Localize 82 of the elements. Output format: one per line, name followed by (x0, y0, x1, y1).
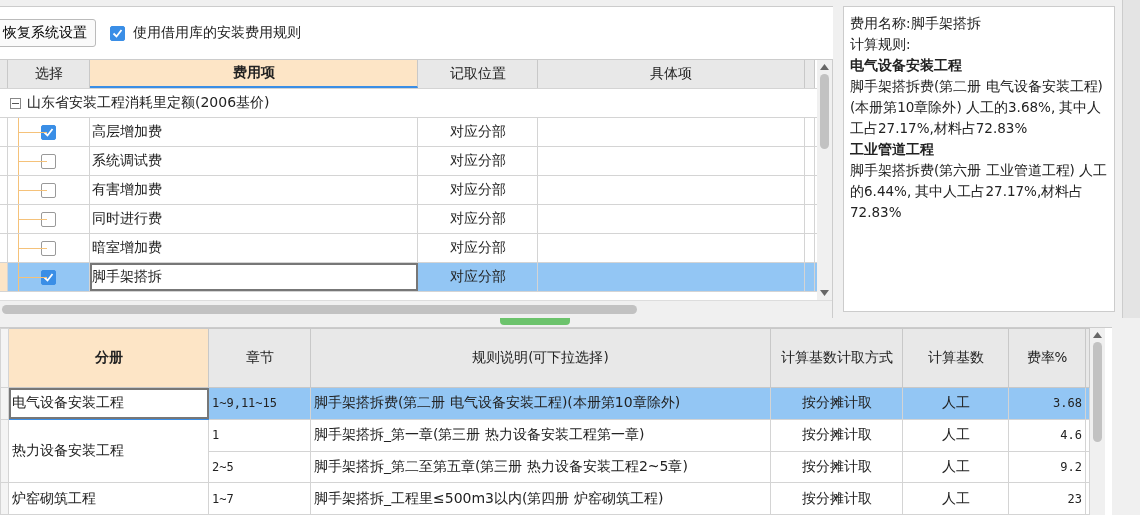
column-header[interactable]: 计算基数计取方式 (770, 328, 903, 388)
table-cell: 按分摊计取 (770, 451, 903, 483)
scroll-up-icon[interactable] (1093, 332, 1102, 338)
table-cell: 1~9,11~15 (208, 387, 311, 420)
table-cell: 4.6 (1008, 419, 1086, 451)
scroll-down-icon[interactable] (820, 290, 829, 296)
checkbox[interactable] (110, 25, 125, 41)
table-cell: 对应分部 (418, 205, 538, 233)
scroll-thumb[interactable] (820, 74, 829, 149)
column-header[interactable]: 计算基数 (902, 328, 1009, 388)
scroll-thumb[interactable] (1093, 342, 1102, 442)
row-header[interactable] (0, 387, 9, 420)
checkbox[interactable] (41, 211, 56, 227)
column-header[interactable]: 规则说明(可下拉选择) (310, 328, 771, 388)
table-cell: 1 (208, 419, 311, 451)
table-row[interactable]: 脚手架搭拆 对应分部 (0, 263, 817, 292)
tree-group-label[interactable]: 山东省安装工程消耗里定额(2006基价) (27, 94, 270, 112)
column-header[interactable]: 费用项 (90, 60, 418, 88)
vertical-scrollbar[interactable] (1090, 328, 1105, 515)
table-cell: 高层增加费 (90, 118, 418, 146)
table-cell: 人工 (902, 387, 1009, 420)
column-header[interactable]: 章节 (208, 328, 311, 388)
table-cell: 2~5 (208, 451, 311, 483)
rule-text: 脚手架搭拆费(第六册 工业管道工程) 人工的6.44%, 其中人工占27.17%,材料占72.83% (850, 161, 1108, 222)
table-row[interactable]: 有害增加费 对应分部 (0, 176, 817, 205)
scroll-up-icon[interactable] (820, 64, 829, 70)
table-cell: 脚手架搭拆 (90, 263, 418, 291)
section-heading: 电气设备安装工程 (850, 56, 963, 75)
row-header[interactable] (0, 419, 9, 483)
rule-label: 计算规则: (850, 35, 912, 54)
restore-settings-button[interactable]: 恢复系统设置 (0, 19, 96, 47)
table-cell: 脚手架搭拆_第一章(第三册 热力设备安装工程第一章) (310, 419, 771, 451)
checkbox[interactable] (41, 153, 56, 169)
table-row[interactable]: 同时进行费 对应分部 (0, 205, 817, 234)
vertical-scrollbar[interactable] (817, 60, 832, 300)
column-header[interactable]: 记取位置 (418, 60, 538, 88)
table-cell: 9.2 (1008, 451, 1086, 483)
section-heading: 工业管道工程 (850, 140, 935, 159)
rule-text: 脚手架搭拆费(第二册 电气设备安装工程)(本册第10章除外) 人工的3.68%, 其中人工占27.17%,材料占72.83% (850, 77, 1104, 138)
table-cell: 按分摊计取 (770, 419, 903, 451)
table-cell: 按分摊计取 (770, 387, 903, 420)
table-cell: 3.68 (1008, 387, 1086, 420)
table-cell: 1~7 (208, 482, 311, 515)
table-cell: 脚手架搭拆_第二至第五章(第三册 热力设备安装工程2~5章) (310, 451, 771, 483)
table-cell: 热力设备安装工程 (8, 419, 209, 483)
table-cell: 脚手架搭拆费(第二册 电气设备安装工程)(本册第10章除外) (310, 387, 771, 420)
table-cell: 按分摊计取 (770, 482, 903, 515)
table-cell: 对应分部 (418, 118, 538, 146)
table-cell: 对应分部 (418, 176, 538, 204)
table-cell: 人工 (902, 482, 1009, 515)
checkbox[interactable] (41, 240, 56, 256)
column-header[interactable]: 费率% (1008, 328, 1086, 388)
table-cell: 有害增加费 (90, 176, 418, 204)
table-cell: 人工 (902, 419, 1009, 451)
table-cell: 23 (1008, 482, 1086, 515)
table-cell: 同时进行费 (90, 205, 418, 233)
horizontal-scrollbar[interactable] (0, 300, 832, 318)
fee-name-text: 费用名称:脚手架搭拆 (850, 14, 982, 33)
row-header[interactable] (0, 263, 8, 291)
table-cell: 对应分部 (418, 234, 538, 262)
column-header[interactable]: 分册 (8, 328, 209, 388)
collapse-icon[interactable] (10, 97, 21, 109)
checkbox[interactable] (41, 182, 56, 198)
column-header[interactable]: 选择 (8, 60, 90, 88)
splitter-handle[interactable] (500, 318, 570, 325)
checkbox[interactable] (41, 269, 56, 285)
column-header[interactable] (805, 60, 815, 88)
checkbox[interactable] (41, 124, 56, 140)
table-cell: 对应分部 (418, 147, 538, 175)
table-row[interactable]: 高层增加费 对应分部 (0, 118, 817, 147)
row-header[interactable] (0, 482, 9, 515)
table-cell: 系统调试费 (90, 147, 418, 175)
table-cell: 对应分部 (418, 263, 538, 291)
table-cell: 脚手架搭拆_工程里≤500m3以内(第四册 炉窑砌筑工程) (310, 482, 771, 515)
table-row[interactable]: 系统调试费 对应分部 (0, 147, 817, 176)
table-cell: 电气设备安装工程 (8, 387, 209, 420)
table-cell: 人工 (902, 451, 1009, 483)
table-cell: 炉窑砌筑工程 (8, 482, 209, 515)
column-header[interactable]: 具体项 (538, 60, 805, 88)
table-cell: 暗室增加费 (90, 234, 418, 262)
scroll-thumb[interactable] (2, 305, 637, 314)
checkbox-label: 使用借用库的安装费用规则 (133, 24, 301, 42)
